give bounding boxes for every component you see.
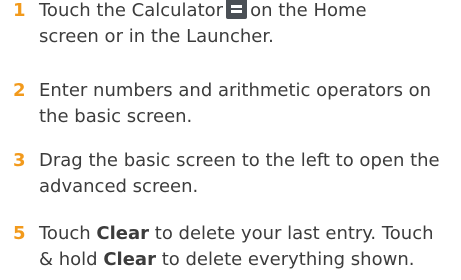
clear-label: Clear	[96, 223, 150, 244]
step-number: 1	[13, 0, 26, 21]
step-line: Drag the basic screen to the left to ope…	[39, 150, 440, 171]
step-number: 2	[13, 80, 26, 101]
step-text-segment: to delete everything shown.	[161, 249, 415, 270]
step-number: 5	[13, 223, 26, 244]
step-line: Touch Clear to delete your last entry. T…	[39, 221, 457, 247]
step-line: Touch the Calculator on the Home	[39, 0, 457, 24]
step-line: & hold Clear to delete everything shown.	[39, 247, 457, 273]
step-line: Enter numbers and arithmetic operators o…	[39, 80, 432, 101]
step-text: Drag the basic screen to the left to ope…	[39, 148, 457, 200]
step-text-segment: Touch	[39, 223, 91, 244]
step-text-segment: on the Home	[250, 0, 367, 21]
step-text-segment: to delete your last entry. Touch	[154, 223, 434, 244]
step-text: Touch the Calculator on the Home screen o…	[39, 0, 457, 50]
step-text: Touch Clear to delete your last entry. T…	[39, 221, 457, 273]
step-line: screen or in the Launcher.	[39, 26, 274, 47]
step-text-segment: Touch the Calculator	[39, 0, 224, 21]
step-line: the basic screen.	[39, 106, 193, 127]
step-number: 3	[13, 150, 26, 171]
step-text: Enter numbers and arithmetic operators o…	[39, 78, 457, 130]
step-line: advanced screen.	[39, 176, 199, 197]
calculator-icon	[226, 0, 248, 19]
clear-label: Clear	[103, 249, 156, 270]
step-text-segment: & hold	[39, 249, 98, 270]
